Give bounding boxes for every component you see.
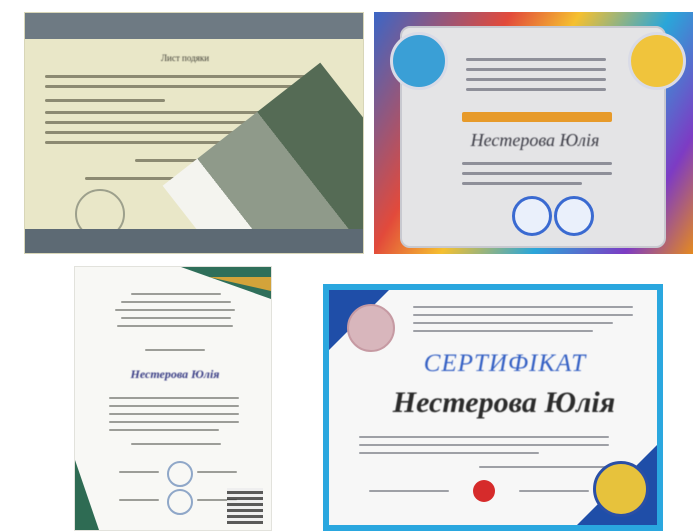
recipient-name: Нестерова Юлія: [130, 367, 220, 381]
text-line: [45, 75, 325, 78]
text-line: [462, 172, 612, 175]
signature-line: [369, 490, 449, 492]
certificate-thumbnail-colorful[interactable]: Нестерова Юлія: [374, 12, 693, 254]
corner-decoration: [209, 277, 271, 291]
certificate-title: Лист подяки: [160, 53, 210, 63]
text-line: [109, 413, 239, 415]
text-line: [413, 322, 613, 324]
text-line: [109, 429, 219, 431]
emblem-icon: [390, 32, 448, 90]
text-line: [115, 309, 235, 311]
signature-line: [197, 471, 237, 473]
text-line: [121, 317, 231, 319]
text-line: [359, 452, 539, 454]
text-line: [466, 78, 606, 81]
text-line: [413, 306, 633, 308]
text-line: [466, 68, 606, 71]
text-line: [45, 99, 165, 102]
stamp-icon: [554, 196, 594, 236]
text-line: [109, 405, 239, 407]
text-line: [466, 58, 606, 61]
text-line: [85, 177, 175, 180]
certificate-thumbnail-letter[interactable]: Лист подяки: [24, 12, 364, 254]
corner-decoration: [75, 460, 99, 530]
stamp-icon: [512, 196, 552, 236]
text-line: [145, 349, 205, 351]
text-line: [359, 444, 609, 446]
title-ribbon: [462, 112, 612, 122]
text-line: [462, 162, 612, 165]
certificate-heading: СЕРТИФІКАТ: [423, 350, 587, 377]
letterhead-bar: [25, 13, 363, 39]
text-line: [466, 88, 606, 91]
recipient-name: Нестерова Юлія: [470, 130, 600, 150]
signature-line: [519, 490, 589, 492]
text-line: [109, 421, 239, 423]
seal-icon: [593, 461, 649, 517]
text-line: [413, 330, 593, 332]
seal-icon: [473, 480, 495, 502]
certificate-thumbnail-portrait[interactable]: Нестерова Юлія: [74, 266, 272, 531]
text-line: [121, 301, 231, 303]
recipient-name: Нестерова Юлія: [392, 386, 616, 419]
emblem-icon: [628, 32, 686, 90]
signature-line: [119, 471, 159, 473]
text-line: [359, 436, 609, 438]
text-line: [479, 466, 609, 468]
seal-icon: [167, 489, 193, 515]
text-line: [131, 293, 221, 295]
footer-logos-bar: [25, 229, 363, 253]
text-line: [45, 85, 305, 88]
text-line: [131, 443, 221, 445]
qr-code-icon: [227, 488, 263, 524]
certificate-thumbnail-blue-frame[interactable]: СЕРТИФІКАТ Нестерова Юлія: [323, 284, 663, 531]
text-line: [109, 397, 239, 399]
text-line: [413, 314, 633, 316]
text-line: [117, 325, 233, 327]
text-line: [462, 182, 582, 185]
emblem-icon: [347, 304, 395, 352]
seal-icon: [167, 461, 193, 487]
signature-line: [119, 499, 159, 501]
